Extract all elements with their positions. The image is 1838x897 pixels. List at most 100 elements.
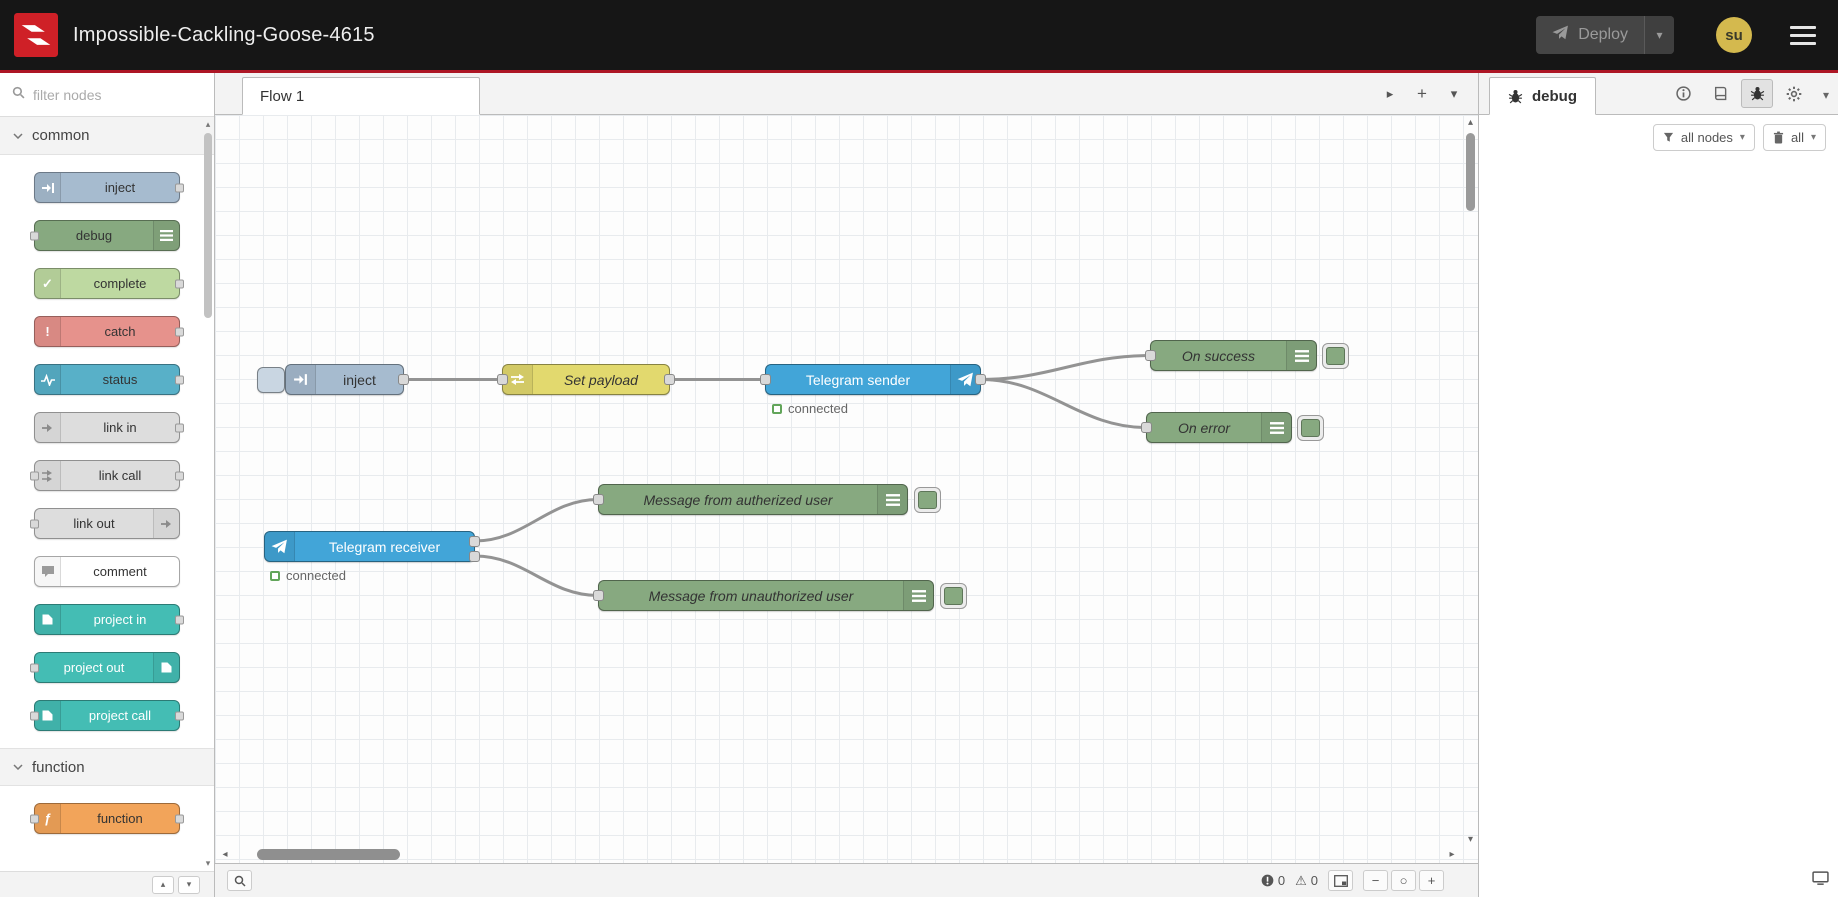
user-avatar[interactable]: su — [1716, 17, 1752, 53]
scrollbar-thumb[interactable] — [1466, 133, 1475, 211]
input-port — [30, 711, 39, 720]
exclamation-icon: ! — [35, 317, 61, 346]
palette-scrollbar[interactable]: ▴ ▾ — [203, 119, 213, 869]
book-icon — [1714, 86, 1726, 101]
output-port-1[interactable] — [469, 536, 480, 547]
output-port[interactable] — [398, 373, 409, 385]
output-port-2[interactable] — [469, 551, 480, 562]
config-tab-button[interactable] — [1778, 79, 1810, 108]
wire[interactable] — [979, 378, 1148, 429]
debug-toggle-button[interactable] — [1322, 343, 1349, 369]
node-inject[interactable]: inject — [285, 364, 409, 395]
node-telegram-receiver[interactable]: Telegram receiver — [264, 531, 480, 562]
palette-node-label: project out — [63, 660, 125, 675]
palette-node-function[interactable]: ƒ function — [30, 803, 184, 834]
palette-node-catch[interactable]: ! catch — [34, 316, 184, 347]
deploy-button[interactable]: Deploy ▾ — [1536, 16, 1674, 54]
debug-toggle-button[interactable] — [1297, 415, 1324, 441]
debug-toggle-button[interactable] — [914, 487, 941, 513]
node-label: inject — [343, 371, 376, 388]
palette-node-complete[interactable]: ✓ complete — [34, 268, 184, 299]
canvas-search-button[interactable] — [227, 870, 252, 891]
palette-node-link-out[interactable]: link out — [30, 508, 180, 539]
tab-flow-1[interactable]: Flow 1 — [242, 77, 480, 115]
input-port[interactable] — [593, 493, 604, 505]
canvas-vertical-scrollbar[interactable]: ▴ ▾ — [1463, 117, 1478, 845]
scroll-down-icon[interactable]: ▾ — [1463, 834, 1478, 845]
list-icon — [153, 221, 179, 250]
chevron-right-icon: ▸ — [1386, 86, 1394, 101]
wire[interactable] — [979, 354, 1152, 381]
zoom-reset-button[interactable]: ○ — [1391, 870, 1416, 891]
deploy-options-button[interactable]: ▾ — [1644, 16, 1674, 54]
tab-label: Flow 1 — [260, 87, 305, 105]
palette-node-project-in[interactable]: project in — [34, 604, 184, 635]
input-port[interactable] — [1145, 349, 1156, 361]
palette-node-status[interactable]: status — [34, 364, 184, 395]
palette-node-project-out[interactable]: project out — [30, 652, 180, 683]
collapse-categories-button[interactable]: ▴ — [152, 875, 174, 894]
node-message-authorized[interactable]: Message from autherized user — [593, 484, 908, 515]
link-icon — [153, 509, 179, 538]
node-set-payload[interactable]: Set payload — [497, 364, 675, 395]
main-menu-button[interactable] — [1790, 25, 1816, 45]
scroll-down-icon[interactable]: ▾ — [203, 858, 213, 869]
clear-label: all — [1790, 129, 1804, 145]
input-port[interactable] — [1141, 421, 1152, 433]
error-counter[interactable]: 0 — [1261, 873, 1285, 888]
node-on-success[interactable]: On success — [1145, 340, 1317, 371]
node-message-unauthorized[interactable]: Message from unauthorized user — [593, 580, 934, 611]
output-port[interactable] — [975, 373, 986, 385]
input-port[interactable] — [497, 373, 508, 385]
scroll-left-icon[interactable]: ◂ — [217, 849, 233, 860]
debug-filter-button[interactable]: all nodes ▾ — [1652, 123, 1755, 151]
palette-category-function[interactable]: function — [0, 748, 214, 786]
tab-debug[interactable]: debug — [1489, 77, 1596, 115]
palette-node-link-call[interactable]: link call — [30, 460, 184, 491]
palette-node-comment[interactable]: comment — [34, 556, 180, 587]
palette-node-project-call[interactable]: project call — [30, 700, 184, 731]
palette-node-link-in[interactable]: link in — [34, 412, 184, 443]
flow-list-button[interactable]: ▾ — [1440, 81, 1468, 107]
input-port[interactable] — [593, 589, 604, 601]
chevron-down-icon: ▾ — [1656, 28, 1663, 42]
node-telegram-sender[interactable]: Telegram sender — [760, 364, 986, 395]
scroll-tabs-button[interactable]: ▸ — [1376, 81, 1404, 107]
scrollbar-thumb[interactable] — [204, 133, 212, 318]
tab-label: debug — [1532, 87, 1577, 105]
palette-node-inject[interactable]: inject — [34, 172, 184, 203]
flow-canvas[interactable]: inject Set payload Telegram sender conne… — [215, 115, 1478, 863]
open-in-window-button[interactable] — [1812, 871, 1829, 890]
palette-category-common[interactable]: common — [0, 117, 214, 155]
scroll-up-icon[interactable]: ▴ — [203, 119, 213, 130]
zoom-out-button[interactable]: − — [1363, 870, 1388, 891]
toggle-navigator-button[interactable] — [1328, 870, 1353, 891]
scrollbar-thumb[interactable] — [257, 848, 400, 860]
scroll-right-icon[interactable]: ▸ — [1444, 849, 1460, 860]
add-flow-button[interactable]: + — [1408, 81, 1436, 107]
help-tab-button[interactable] — [1704, 79, 1736, 108]
funnel-icon — [1663, 132, 1673, 142]
wire[interactable] — [473, 498, 600, 543]
filter-nodes-input[interactable] — [33, 86, 202, 103]
expand-categories-button[interactable]: ▾ — [178, 875, 200, 894]
inject-trigger-button[interactable] — [257, 367, 285, 393]
node-on-error[interactable]: On error — [1141, 412, 1292, 443]
info-tab-button[interactable] — [1667, 79, 1699, 108]
inject-icon — [286, 365, 316, 394]
debug-toggle-button[interactable] — [940, 583, 967, 609]
wire[interactable] — [473, 554, 600, 597]
warning-counter[interactable]: ⚠ 0 — [1295, 873, 1318, 889]
palette-node-debug[interactable]: debug — [30, 220, 180, 251]
canvas-horizontal-scrollbar[interactable]: ◂ ▸ — [217, 846, 1460, 862]
debug-clear-button[interactable]: all ▾ — [1762, 123, 1826, 151]
zoom-in-button[interactable]: + — [1419, 870, 1444, 891]
palette-node-label: project call — [88, 708, 152, 723]
status-text: connected — [788, 401, 848, 416]
debug-tab-button[interactable] — [1741, 79, 1773, 108]
scroll-up-icon[interactable]: ▴ — [1463, 117, 1478, 128]
status-dot-icon — [772, 403, 782, 414]
sidebar-collapse-button[interactable]: ▾ — [1814, 88, 1838, 102]
input-port[interactable] — [760, 373, 771, 385]
output-port[interactable] — [664, 373, 675, 385]
